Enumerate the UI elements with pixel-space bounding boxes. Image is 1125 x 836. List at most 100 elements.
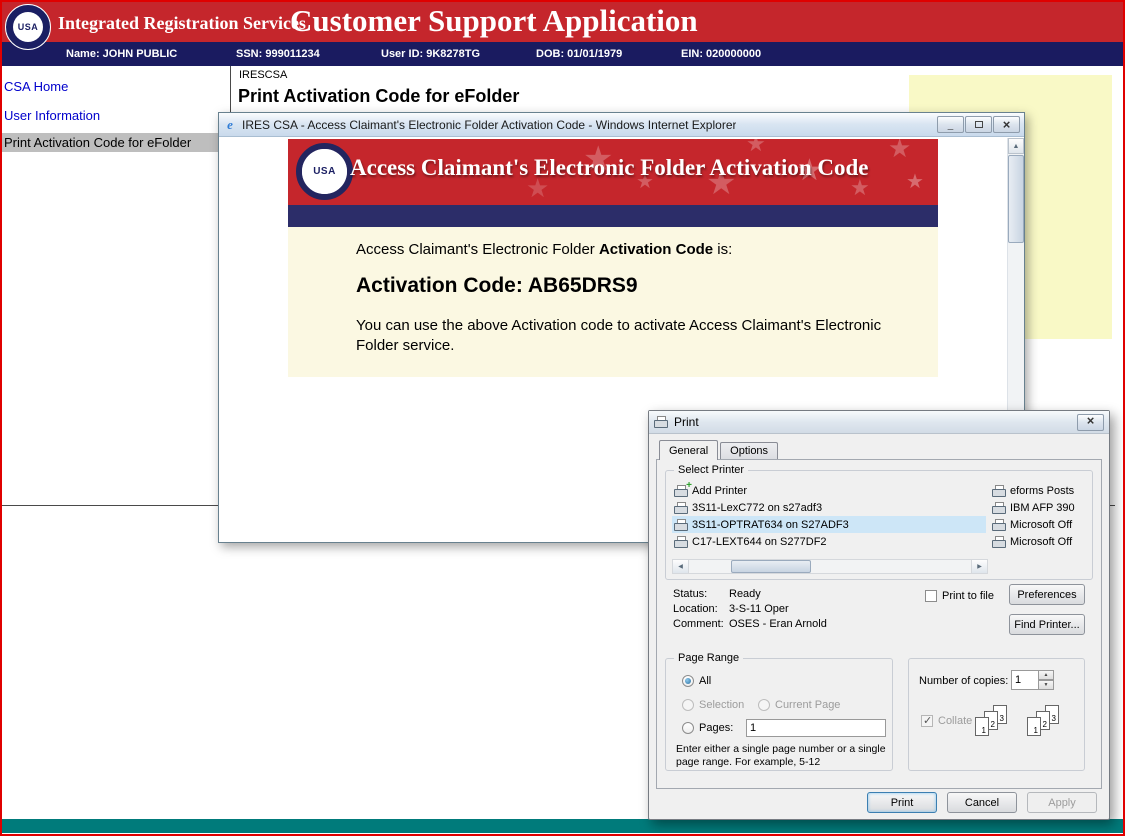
add-printer-icon xyxy=(674,485,688,497)
page-number: 3 xyxy=(1052,714,1056,723)
radio-selection-label: Selection xyxy=(699,699,744,711)
printer-row-right[interactable]: eforms Posts xyxy=(992,482,1088,499)
page-title: Print Activation Code for eFolder xyxy=(238,86,519,107)
radio-all[interactable]: All xyxy=(682,675,711,687)
page-number: 1 xyxy=(1034,726,1038,735)
location-row: Location:3-S-11 Oper xyxy=(673,602,827,617)
comment-label: Comment: xyxy=(673,617,729,632)
copies-stepper[interactable] xyxy=(1011,670,1054,690)
tab-options[interactable]: Options xyxy=(720,442,778,459)
pages-input[interactable] xyxy=(746,719,886,737)
printer-name: 3S11-LexC772 on s27adf3 xyxy=(692,502,822,514)
ssa-logo-text: USA xyxy=(13,12,43,42)
radio-pages-label: Pages: xyxy=(699,722,733,734)
location-label: Location: xyxy=(673,602,729,617)
page-number: 3 xyxy=(1000,714,1004,723)
maximize-button[interactable] xyxy=(965,116,992,133)
popup-titlebar[interactable]: IRES CSA - Access Claimant's Electronic … xyxy=(219,113,1024,137)
brand-text: Integrated Registration Services xyxy=(58,13,306,34)
close-button[interactable] xyxy=(993,116,1020,133)
status-row: Status:Ready xyxy=(673,587,827,602)
radio-selection[interactable]: Selection xyxy=(682,699,744,711)
internet-explorer-icon xyxy=(223,118,237,132)
ssa-seal-text: USA xyxy=(302,149,347,194)
increment-button[interactable] xyxy=(1039,670,1054,680)
printer-row-right[interactable]: Microsoft Off xyxy=(992,533,1088,550)
minimize-button[interactable] xyxy=(937,116,964,133)
plus-icon xyxy=(686,482,692,491)
print-button[interactable]: Print xyxy=(867,792,937,813)
printer-name: eforms Posts xyxy=(1010,485,1074,497)
printer-name: 3S11-OPTRAT634 on S27ADF3 xyxy=(692,519,849,531)
sidebar-item-print-activation-code[interactable]: Print Activation Code for eFolder xyxy=(2,133,230,152)
printer-row-selected[interactable]: 3S11-OPTRAT634 on S27ADF3 Microsoft Off xyxy=(672,516,1086,533)
find-printer-button[interactable]: Find Printer... xyxy=(1009,614,1085,635)
star-decoration xyxy=(888,139,911,164)
comment-row: Comment:OSES - Eran Arnold xyxy=(673,617,827,632)
ssa-logo-icon: USA xyxy=(5,4,51,50)
collate-checkbox[interactable]: Collate xyxy=(921,715,972,727)
radio-current-page-label: Current Page xyxy=(775,699,840,711)
comment-value: OSES - Eran Arnold xyxy=(729,618,827,630)
number-of-copies-label: Number of copies: xyxy=(919,675,1008,687)
dialog-buttons: Print Cancel Apply xyxy=(867,792,1097,813)
general-tab-panel: Select Printer Add Printer eforms Posts xyxy=(656,459,1102,789)
printer-icon xyxy=(992,485,1006,497)
close-icon xyxy=(1087,416,1095,428)
copies-input[interactable] xyxy=(1011,670,1039,690)
intro-suffix: is: xyxy=(713,241,732,258)
print-dialog-title: Print xyxy=(674,415,699,429)
activation-panel: Access Claimant's Electronic Folder Acti… xyxy=(288,227,938,377)
printer-row[interactable]: 3S11-LexC772 on s27adf3 IBM AFP 390 xyxy=(672,499,1086,516)
collate-pages-icon: 3 2 1 3 2 1 xyxy=(975,705,1069,739)
printer-row-right[interactable]: Microsoft Off xyxy=(992,516,1088,533)
user-id: User ID: 9K8278TG xyxy=(381,48,536,60)
print-dialog-close-button[interactable] xyxy=(1077,414,1104,431)
scrollbar-track[interactable] xyxy=(689,560,971,573)
radio-icon xyxy=(758,699,770,711)
checkbox-icon xyxy=(925,590,937,602)
radio-current-page[interactable]: Current Page xyxy=(758,699,840,711)
collate-stack: 3 2 1 xyxy=(975,705,1017,739)
activation-description: You can use the above Activation code to… xyxy=(356,316,898,357)
scroll-right-button[interactable] xyxy=(971,560,987,573)
scrollbar-thumb[interactable] xyxy=(731,560,811,573)
print-to-file-checkbox[interactable]: Print to file xyxy=(925,590,994,602)
user-info-bar: Name: JOHN PUBLIC SSN: 999011234 User ID… xyxy=(2,42,1123,66)
printer-row-right[interactable]: IBM AFP 390 xyxy=(992,499,1088,516)
breadcrumb: IRESCSA xyxy=(239,69,287,81)
printer-name: Microsoft Off xyxy=(1010,536,1072,548)
scroll-left-button[interactable] xyxy=(673,560,689,573)
application-window: Integrated Registration Services Custome… xyxy=(0,0,1125,836)
decrement-button[interactable] xyxy=(1039,680,1054,690)
footer-bar xyxy=(2,819,1123,833)
radio-icon xyxy=(682,722,694,734)
printer-row[interactable]: C17-LEXT644 on S277DF2 Microsoft Off xyxy=(672,533,1086,550)
sidebar: CSA Home User Information Print Activati… xyxy=(2,66,230,505)
scrollbar-thumb[interactable] xyxy=(1008,155,1024,243)
print-dialog-titlebar[interactable]: Print xyxy=(649,411,1109,434)
print-dialog-tabs: General Options xyxy=(659,440,780,460)
status-value: Ready xyxy=(729,588,761,600)
radio-pages[interactable]: Pages: xyxy=(682,722,733,734)
sidebar-item-user-information[interactable]: User Information xyxy=(2,106,230,125)
printer-row-add-printer[interactable]: Add Printer eforms Posts xyxy=(672,482,1086,499)
ssa-seal-icon: USA xyxy=(296,143,353,200)
scroll-up-button[interactable] xyxy=(1008,138,1024,154)
sidebar-item-csa-home[interactable]: CSA Home xyxy=(2,77,230,96)
page-number: 1 xyxy=(982,726,986,735)
horizontal-scrollbar[interactable] xyxy=(672,559,988,574)
tab-general[interactable]: General xyxy=(659,440,718,460)
popup-banner: USA Access Claimant's Electronic Folder … xyxy=(288,139,938,205)
printer-icon xyxy=(674,536,688,548)
apply-button[interactable]: Apply xyxy=(1027,792,1097,813)
minimize-icon xyxy=(948,116,954,134)
window-controls xyxy=(937,116,1020,133)
preferences-button[interactable]: Preferences xyxy=(1009,584,1085,605)
select-printer-group: Select Printer Add Printer eforms Posts xyxy=(665,470,1093,580)
user-ein: EIN: 020000000 xyxy=(681,48,761,60)
print-to-file-label: Print to file xyxy=(942,590,994,602)
page-number: 2 xyxy=(991,720,995,729)
cancel-button[interactable]: Cancel xyxy=(947,792,1017,813)
intro-prefix: Access Claimant's Electronic Folder xyxy=(356,241,599,258)
